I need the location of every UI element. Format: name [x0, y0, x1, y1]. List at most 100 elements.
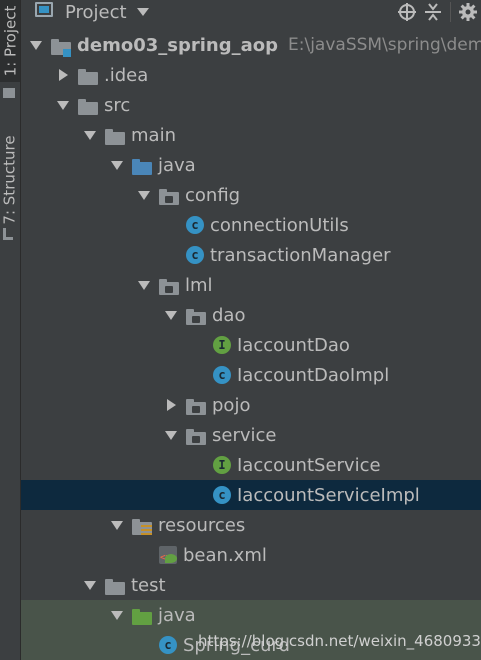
package-icon — [159, 188, 179, 205]
package-icon — [186, 398, 206, 415]
project-view-icon — [35, 2, 53, 17]
tree-node-label: service — [212, 424, 277, 446]
folder-icon — [105, 578, 125, 595]
tree-node-iaccountservice[interactable]: I IaccountService — [21, 450, 481, 480]
tree-node-test[interactable]: test — [21, 570, 481, 600]
tree-node-src[interactable]: src — [21, 90, 481, 120]
class-icon: c — [213, 486, 231, 504]
tree-node-label: config — [185, 184, 241, 206]
source-root-folder-icon — [132, 158, 152, 175]
tree-node-label: test — [131, 574, 166, 596]
tree-node-label: IaccountDao — [237, 334, 350, 356]
tree-node-label: .idea — [104, 64, 149, 86]
tree-node-label: pojo — [212, 394, 251, 416]
expanded-arrow-icon[interactable] — [27, 36, 45, 54]
resources-folder-icon — [132, 518, 152, 536]
tree-node-iaccountdao[interactable]: I IaccountDao — [21, 330, 481, 360]
tree-node-label: java — [158, 604, 196, 626]
folder-icon — [78, 98, 98, 115]
tree-node-java[interactable]: java — [21, 600, 481, 630]
package-icon — [186, 428, 206, 445]
tree-node-demo03-spring-aop[interactable]: demo03_spring_aop E:\javaSSM\spring\demo — [21, 30, 481, 60]
interface-icon: I — [213, 336, 231, 354]
expanded-arrow-icon[interactable] — [81, 126, 99, 144]
gear-icon[interactable] — [455, 0, 481, 24]
tree-node-connectionutils[interactable]: c connectionUtils — [21, 210, 481, 240]
tree-node-bean-xml[interactable]: <> bean.xml — [21, 540, 481, 570]
expanded-arrow-icon[interactable] — [162, 306, 180, 324]
module-folder-icon — [51, 38, 71, 57]
tree-node-iaccountdaoimpl[interactable]: c IaccountDaoImpl — [21, 360, 481, 390]
tree-node-label: dao — [212, 304, 246, 326]
package-icon — [186, 308, 206, 325]
crosshair-icon[interactable] — [394, 0, 420, 24]
folder-icon — [3, 88, 15, 98]
tree-node-lml[interactable]: lml — [21, 270, 481, 300]
tree-node-label: IaccountServiceImpl — [237, 484, 420, 506]
tree-node-label: src — [104, 94, 131, 116]
watermark-text: https://blog.csdn.net/weixin_46809332 — [198, 632, 481, 650]
tool-window-strip: 1: Project 7: Structure — [0, 0, 21, 660]
class-icon: c — [186, 246, 204, 264]
tree-node-label: connectionUtils — [210, 214, 349, 236]
tree-node-label: java — [158, 154, 196, 176]
structure-tool-tab[interactable]: 7: Structure — [0, 120, 20, 240]
expanded-arrow-icon[interactable] — [135, 276, 153, 294]
expanded-arrow-icon[interactable] — [108, 516, 126, 534]
tree-node-java[interactable]: java — [21, 150, 481, 180]
collapsed-arrow-icon[interactable] — [54, 66, 72, 84]
structure-icon — [3, 228, 13, 240]
collapse-icon[interactable] — [420, 0, 446, 24]
toolbar-divider — [450, 2, 451, 22]
tree-node-transactionmanager[interactable]: c transactionManager — [21, 240, 481, 270]
class-icon: c — [186, 216, 204, 234]
expanded-arrow-icon[interactable] — [162, 426, 180, 444]
project-panel-header: Project — [21, 0, 481, 24]
tree-node-idea[interactable]: .idea — [21, 60, 481, 90]
project-tool-tab-label: 1: Project — [1, 5, 19, 77]
expanded-arrow-icon[interactable] — [108, 606, 126, 624]
tree-node-label: main — [131, 124, 176, 146]
spring-xml-icon: <> — [159, 546, 177, 564]
tree-node-iaccountserviceimpl[interactable]: c IaccountServiceImpl — [21, 480, 481, 510]
collapsed-arrow-icon[interactable] — [162, 396, 180, 414]
folder-icon — [105, 128, 125, 145]
tree-node-label: demo03_spring_aop — [77, 34, 279, 56]
tree-node-resources[interactable]: resources — [21, 510, 481, 540]
tree-node-label: IaccountService — [237, 454, 381, 476]
tree-node-config[interactable]: config — [21, 180, 481, 210]
test-root-folder-icon — [132, 608, 152, 625]
panel-title[interactable]: Project — [65, 2, 127, 23]
header-toolbar — [394, 0, 481, 24]
module-path: E:\javaSSM\spring\demo — [288, 35, 481, 55]
tree-node-dao[interactable]: dao — [21, 300, 481, 330]
class-icon: c — [213, 366, 231, 384]
chevron-down-icon[interactable] — [136, 8, 149, 16]
tree-node-label: lml — [185, 274, 213, 296]
folder-icon — [78, 68, 98, 85]
project-tree[interactable]: demo03_spring_aop E:\javaSSM\spring\demo.… — [21, 30, 481, 660]
expanded-arrow-icon[interactable] — [135, 186, 153, 204]
interface-icon: I — [213, 456, 231, 474]
tree-node-main[interactable]: main — [21, 120, 481, 150]
expanded-arrow-icon[interactable] — [81, 576, 99, 594]
project-tool-tab[interactable]: 1: Project — [0, 0, 20, 82]
tree-node-label: resources — [158, 514, 246, 536]
expanded-arrow-icon[interactable] — [54, 96, 72, 114]
tree-node-label: transactionManager — [210, 244, 391, 266]
class-icon: c — [159, 636, 177, 654]
tree-node-service[interactable]: service — [21, 420, 481, 450]
package-icon — [159, 278, 179, 295]
tree-node-label: bean.xml — [183, 544, 267, 566]
structure-tool-tab-label: 7: Structure — [1, 135, 19, 225]
tree-node-label: IaccountDaoImpl — [237, 364, 390, 386]
tree-node-pojo[interactable]: pojo — [21, 390, 481, 420]
expanded-arrow-icon[interactable] — [108, 156, 126, 174]
